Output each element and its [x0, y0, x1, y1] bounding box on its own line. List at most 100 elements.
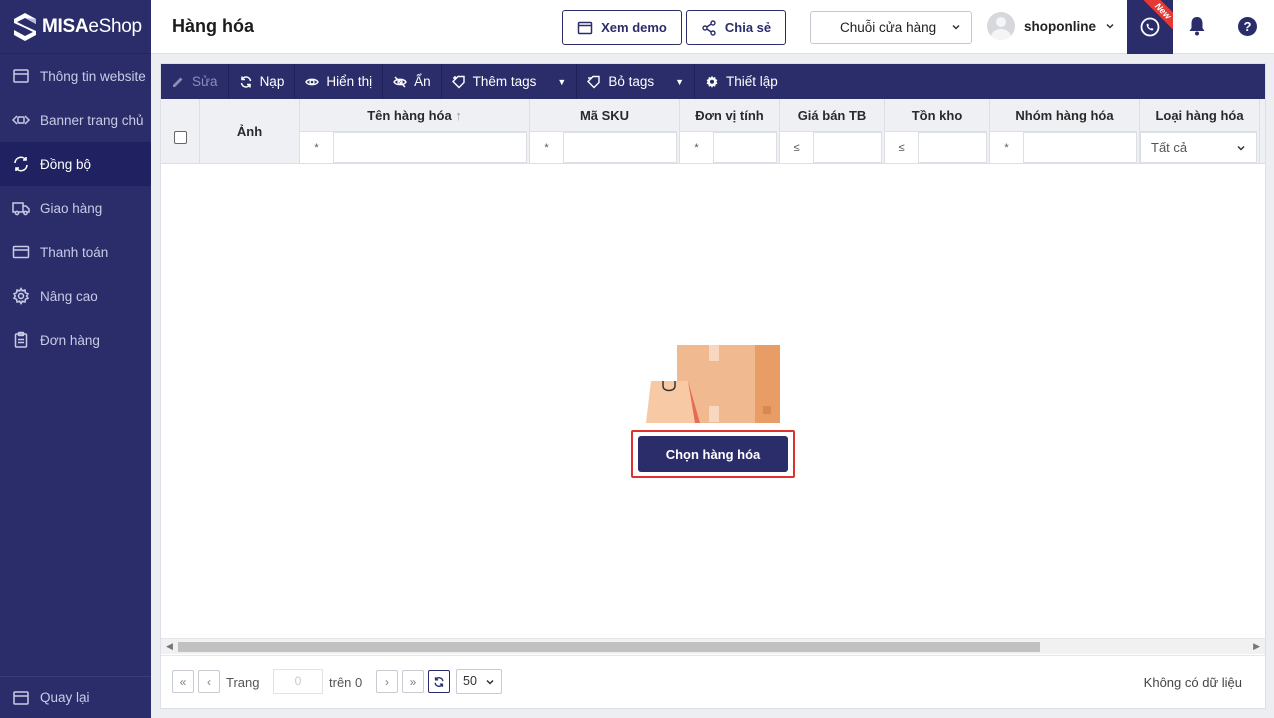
name-filter: * [300, 131, 527, 163]
edit-button[interactable]: Sửa [161, 64, 229, 99]
chat-support-button[interactable]: New [1127, 0, 1173, 54]
help-button[interactable]: ? [1238, 17, 1257, 36]
sync-icon [14, 156, 28, 172]
sidebar-item-website-info[interactable]: Thông tin website [0, 54, 151, 98]
scrollbar-thumb[interactable] [178, 642, 1040, 652]
column-header[interactable]: Tên hàng hóa ↑ [300, 108, 529, 123]
page-size-select[interactable]: 50 [456, 669, 502, 694]
type-filter-value: Tất cả [1151, 140, 1188, 155]
sidebar-item-shipping[interactable]: Giao hàng [0, 186, 151, 230]
prev-page-button[interactable]: ‹ [198, 670, 220, 693]
chevron-down-icon [1237, 145, 1245, 151]
misa-eshop-logo[interactable]: MISAeShop [0, 0, 151, 54]
group-filter-input[interactable] [1024, 132, 1137, 163]
filter-operator[interactable]: * [300, 132, 334, 163]
filter-operator[interactable]: * [530, 132, 564, 163]
grid-header: Ảnh Tên hàng hóa ↑ * Mã SKU * Đơn vị tín… [161, 99, 1265, 164]
view-demo-button[interactable]: Xem demo [562, 10, 682, 45]
column-type: Loại hàng hóa Tất cả [1140, 99, 1260, 164]
sidebar-item-label: Banner trang chủ [40, 112, 144, 128]
add-tags-label: Thêm tags [472, 74, 537, 89]
reload-button[interactable]: Nạp [229, 64, 296, 99]
page-title: Hàng hóa [172, 16, 255, 36]
sidebar-item-label: Đơn hàng [40, 332, 100, 348]
type-filter-select[interactable]: Tất cả [1140, 132, 1257, 163]
user-menu[interactable]: shoponline [987, 12, 1115, 40]
sidebar-item-label: Giao hàng [40, 200, 103, 216]
filter-operator[interactable]: ≤ [780, 132, 814, 163]
column-image[interactable]: Ảnh [200, 99, 300, 164]
first-page-button[interactable]: « [172, 670, 194, 693]
name-filter-input[interactable] [334, 132, 527, 163]
sku-filter-input[interactable] [564, 132, 677, 163]
card-icon [12, 245, 30, 259]
remove-tags-label: Bỏ tags [608, 74, 655, 89]
sidebar-item-banner[interactable]: Banner trang chủ [0, 98, 151, 142]
unit-filter: * [680, 131, 777, 163]
scroll-right-icon[interactable]: ▶ [1253, 641, 1260, 652]
back-button[interactable]: Quay lại [0, 676, 151, 718]
gear-icon [12, 287, 30, 305]
tag-minus-icon [587, 75, 601, 88]
scroll-left-icon[interactable]: ◀ [166, 641, 173, 652]
sidebar-item-payment[interactable]: Thanh toán [0, 230, 151, 274]
last-page-button[interactable]: » [402, 670, 424, 693]
price-filter: ≤ [780, 131, 882, 163]
chevron-left-icon: ‹ [207, 674, 211, 689]
refresh-page-button[interactable] [428, 670, 450, 693]
filter-operator[interactable]: ≤ [885, 132, 919, 163]
filter-operator[interactable]: * [680, 132, 714, 163]
remove-tags-button[interactable]: Bỏ tags ▼ [577, 64, 696, 99]
chevron-down-icon [486, 679, 494, 685]
notifications-button[interactable] [1187, 15, 1207, 40]
show-label: Hiển thị [326, 74, 373, 89]
column-group: Nhóm hàng hóa * [990, 99, 1140, 164]
select-all-checkbox[interactable] [174, 131, 187, 144]
sidebar-item-orders[interactable]: Đơn hàng [0, 318, 151, 362]
column-header[interactable]: Loại hàng hóa [1140, 108, 1259, 123]
share-icon [702, 19, 716, 36]
choose-products-button[interactable]: Chọn hàng hóa [638, 436, 788, 472]
column-price: Giá bán TB ≤ [780, 99, 885, 164]
page-total-label: trên 0 [329, 675, 363, 690]
gear-icon [706, 75, 718, 88]
sidebar-item-advanced[interactable]: Nâng cao [0, 274, 151, 318]
stock-filter-input[interactable] [919, 132, 987, 163]
column-unit: Đơn vị tính * [680, 99, 780, 164]
hide-button[interactable]: Ẩn [383, 64, 442, 99]
chat-support-icon [1140, 17, 1160, 37]
next-page-button[interactable]: › [376, 670, 398, 693]
column-header[interactable]: Giá bán TB [780, 108, 884, 123]
grid-toolbar: Sửa Nạp Hiển thị Ẩn Thêm tags ▼ Bỏ tags … [161, 64, 1265, 99]
store-chain-value: Chuỗi cửa hàng [840, 20, 937, 35]
refresh-icon [240, 75, 251, 88]
share-button[interactable]: Chia sẻ [686, 10, 786, 45]
settings-button[interactable]: Thiết lập [695, 64, 788, 99]
column-header[interactable]: Mã SKU [530, 108, 679, 123]
page-label: Trang [226, 675, 260, 690]
no-data-status: Không có dữ liệu [1143, 675, 1242, 690]
sku-filter: * [530, 131, 677, 163]
store-chain-select[interactable]: Chuỗi cửa hàng [810, 11, 972, 44]
logo-text: MISAeShop [42, 15, 142, 37]
type-filter: Tất cả [1140, 131, 1257, 163]
browser-window-icon [577, 21, 593, 34]
caret-down-icon: ▼ [557, 76, 567, 87]
sidebar-item-label: Thanh toán [40, 244, 109, 260]
column-header[interactable]: Tồn kho [885, 108, 989, 123]
price-filter-input[interactable] [814, 132, 882, 163]
avatar [987, 12, 1015, 40]
page-number-input[interactable]: 0 [273, 669, 323, 694]
filter-operator[interactable]: * [990, 132, 1024, 163]
horizontal-scrollbar[interactable]: ◀ ▶ [161, 638, 1265, 654]
show-button[interactable]: Hiển thị [295, 64, 384, 99]
column-header[interactable]: Đơn vị tính [680, 108, 779, 123]
column-header[interactable]: Nhóm hàng hóa [990, 108, 1139, 123]
sidebar-item-sync[interactable]: Đồng bộ [0, 142, 151, 186]
top-header: Hàng hóa Xem demo Chia sẻ Chuỗi cửa hàng… [151, 0, 1274, 54]
add-tags-button[interactable]: Thêm tags ▼ [442, 64, 578, 99]
unit-filter-input[interactable] [714, 132, 777, 163]
sort-ascending-icon: ↑ [455, 108, 462, 123]
back-label: Quay lại [40, 690, 90, 705]
window-icon [13, 69, 29, 83]
